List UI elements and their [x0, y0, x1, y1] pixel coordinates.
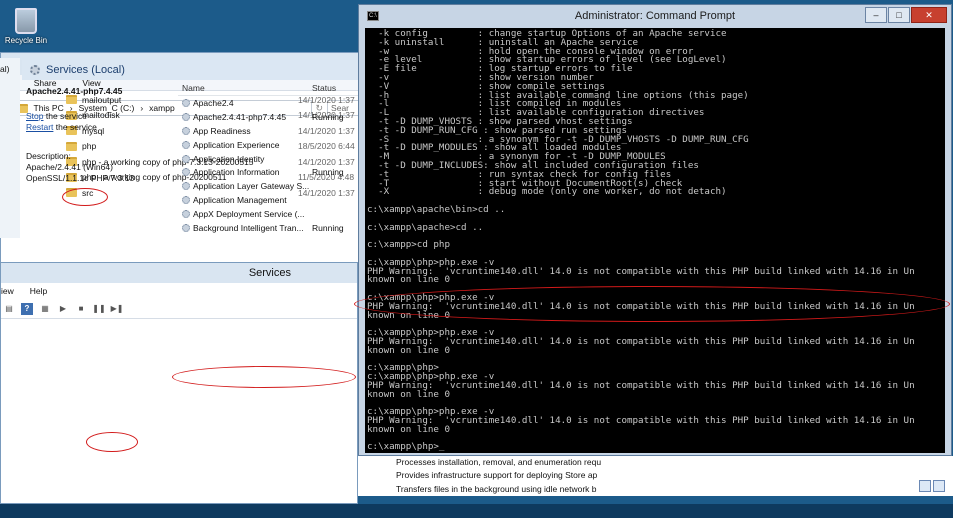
service-detail-pane: Apache2.4.41-php7.4.45 Stop the service …: [26, 86, 170, 184]
service-name: Application Identity: [193, 153, 265, 164]
maximize-button[interactable]: □: [888, 7, 910, 23]
tree-item-services-local[interactable]: al): [0, 64, 9, 74]
services-local-header: Services (Local): [22, 60, 358, 80]
properties-icon[interactable]: ▦: [39, 303, 51, 315]
column-name[interactable]: Name: [178, 83, 312, 93]
gear-icon: [182, 126, 190, 135]
service-status: Running: [312, 111, 344, 122]
service-name: Application Information: [193, 167, 280, 178]
cmd-titlebar: C:\ Administrator: Command Prompt – □ ✕: [359, 5, 951, 27]
show-hide-icon[interactable]: ▤: [3, 303, 15, 315]
stop-service-text: the service: [43, 111, 87, 121]
details-view-icon[interactable]: [919, 480, 931, 492]
minimize-button[interactable]: –: [865, 7, 887, 23]
help-icon[interactable]: ?: [21, 302, 33, 315]
service-description: Transfers files in the background using …: [396, 483, 597, 494]
table-row[interactable]: Background Intelligent Tran... Running: [178, 221, 358, 235]
gear-icon: [182, 168, 190, 177]
service-description: Processes installation, removal, and enu…: [396, 457, 602, 467]
table-row[interactable]: Apache2.4.41-php7.4.45 Running: [178, 110, 358, 124]
column-status[interactable]: Status: [312, 83, 336, 93]
console-icon: C:\: [367, 11, 379, 21]
service-name: Background Intelligent Tran...: [193, 222, 304, 233]
service-name: Application Experience: [193, 139, 280, 150]
recycle-bin-icon[interactable]: Recycle Bin: [0, 0, 52, 54]
gear-icon: [182, 154, 190, 163]
gear-icon: [182, 98, 190, 107]
gear-icon: [30, 65, 40, 75]
gear-icon: [182, 140, 190, 149]
pause-icon[interactable]: ❚❚: [92, 303, 105, 315]
description-label: Description:: [26, 151, 71, 161]
services-menubar: iew Help: [1, 283, 357, 299]
services-title: Services: [1, 263, 357, 283]
service-name: Apache2.4.41-php7.4.45: [193, 111, 287, 122]
menu-help[interactable]: Help: [30, 283, 47, 299]
service-description: Provides infrastructure support for depl…: [396, 470, 598, 481]
stop-service-link[interactable]: Stop: [26, 111, 44, 121]
services-local-title: Services (Local): [46, 64, 125, 76]
table-row[interactable]: Apache2.4: [178, 96, 358, 110]
command-prompt-window: C:\ Administrator: Command Prompt – □ ✕ …: [358, 4, 952, 456]
close-button[interactable]: ✕: [911, 7, 947, 23]
gear-icon: [182, 182, 190, 191]
table-row[interactable]: Application Layer Gateway S...: [178, 179, 358, 193]
tiles-view-icon[interactable]: [933, 480, 945, 492]
table-row[interactable]: App Readiness: [178, 124, 358, 138]
table-row[interactable]: Application Identity: [178, 152, 358, 166]
table-row[interactable]: Application Information Running: [178, 165, 358, 179]
taskbar: [0, 504, 953, 518]
gear-icon: [182, 112, 190, 121]
service-status: Running: [312, 222, 344, 233]
service-name: App Readiness: [193, 125, 251, 136]
stop-icon[interactable]: ■: [75, 303, 87, 315]
cmd-title: Administrator: Command Prompt: [574, 10, 736, 22]
view-buttons: [919, 480, 945, 492]
restart-service-link[interactable]: Restart: [26, 122, 53, 132]
trash-icon: [15, 8, 37, 34]
description-line-2: OpenSSL/1.1.1c PHP/7.3.13: [26, 173, 135, 183]
table-row[interactable]: Application Experience: [178, 138, 358, 152]
services-table: Name Status Apache2.4 Apache2.4.41-php7.…: [178, 80, 358, 235]
gear-icon: [182, 196, 190, 205]
table-row[interactable]: AppX Deployment Service (...: [178, 207, 358, 221]
selected-service-name: Apache2.4.41-php7.4.45: [26, 86, 123, 96]
background-window: [614, 456, 953, 496]
restart-icon[interactable]: ▶❚: [111, 303, 124, 315]
window-controls: – □ ✕: [865, 7, 947, 23]
service-name: Application Layer Gateway S...: [193, 181, 310, 192]
description-line-1: Apache/2.4.41 (Win64): [26, 162, 113, 172]
service-name: AppX Deployment Service (...: [193, 209, 305, 220]
folder-icon: [66, 188, 77, 198]
gear-icon: [182, 210, 190, 219]
service-name: Application Management: [193, 195, 287, 206]
console-output[interactable]: -k config : change startup Options of an…: [365, 28, 945, 453]
recycle-bin-label: Recycle Bin: [4, 36, 48, 45]
service-status: Running: [312, 167, 344, 178]
play-icon[interactable]: ▶: [57, 303, 69, 315]
services-tree: al): [0, 58, 20, 238]
service-name: Apache2.4: [193, 97, 234, 108]
services-toolbar: ▤ ? ▦ ▶ ■ ❚❚ ▶❚: [1, 299, 357, 319]
services-description-column: Processes installation, removal, and enu…: [358, 456, 614, 496]
table-row[interactable]: Application Management: [178, 193, 358, 207]
file-name: src: [82, 187, 94, 198]
restart-service-text: the service: [53, 122, 97, 132]
gear-icon: [182, 223, 190, 232]
services-window: Services iew Help ▤ ? ▦ ▶ ■ ❚❚ ▶❚: [0, 262, 358, 504]
menu-view[interactable]: iew: [1, 283, 14, 299]
services-table-header: Name Status: [178, 80, 358, 96]
